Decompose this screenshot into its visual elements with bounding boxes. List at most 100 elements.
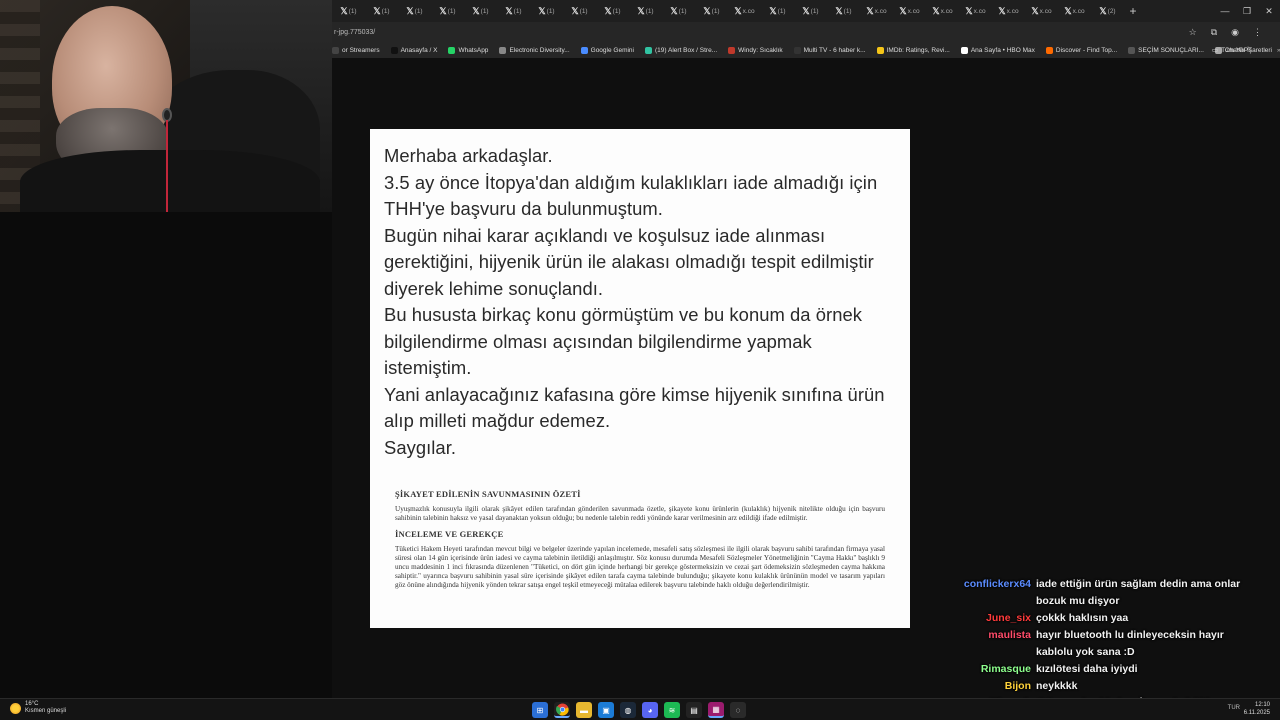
- browser-tab[interactable]: 𝕏 (1): [497, 0, 530, 22]
- message-line: Merhaba arkadaşlar.: [384, 145, 553, 166]
- bookmark-favicon-icon: [960, 46, 968, 54]
- bookmark-label: WhatsApp: [458, 46, 489, 54]
- tab-label: (1): [447, 7, 456, 15]
- bookmark-label: or Streamers: [342, 46, 380, 54]
- taskbar-apps: ⊞ ▬ ▣ ◍ ◕ ≋ ▤ ▦ ◌: [532, 702, 746, 718]
- browser-tab[interactable]: 𝕏 (1): [629, 0, 662, 22]
- tab-label: x.co: [1006, 7, 1019, 15]
- folder-icon: ▭: [1211, 47, 1219, 54]
- browser-tab[interactable]: 𝕏 (1): [563, 0, 596, 22]
- bookmark-item[interactable]: Ana Sayfa • HBO Max: [960, 46, 1035, 54]
- stream-chat: conflickerx64 iade ettiğin ürün sağlam de…: [940, 576, 1280, 712]
- browser-tab[interactable]: 𝕏 (1): [794, 0, 827, 22]
- store-icon[interactable]: ▣: [598, 702, 614, 718]
- bookmark-item[interactable]: WhatsApp: [448, 46, 489, 54]
- maximize-icon[interactable]: ❐: [1236, 0, 1258, 22]
- browser-tab[interactable]: 𝕏x.co: [926, 0, 959, 22]
- chrome-icon[interactable]: [554, 702, 570, 718]
- bookmark-favicon-icon: [1128, 46, 1136, 54]
- x-icon: 𝕏: [571, 5, 579, 16]
- x-icon: 𝕏: [932, 5, 940, 16]
- bookmark-star-icon[interactable]: ☆: [1189, 27, 1197, 38]
- language-indicator[interactable]: TUR: [1228, 705, 1240, 711]
- x-icon: 𝕏: [802, 5, 810, 16]
- browser-tab[interactable]: 𝕏 (1): [827, 0, 860, 22]
- viewed-image: Merhaba arkadaşlar. 3.5 ay önce İtopya'da…: [370, 129, 910, 628]
- x-icon: 𝕏: [866, 5, 874, 16]
- extensions-icon[interactable]: ⧉: [1211, 27, 1217, 38]
- bookmark-item[interactable]: Google Gemini: [580, 46, 634, 54]
- epic-games-icon[interactable]: ▤: [686, 702, 702, 718]
- x-icon: 𝕏: [835, 5, 843, 16]
- bookmark-item[interactable]: Windy: Sıcaklık: [728, 46, 783, 54]
- profile-icon[interactable]: ◉: [1231, 27, 1239, 38]
- browser-tab[interactable]: 𝕏 (1): [464, 0, 497, 22]
- menu-icon[interactable]: ⋮: [1253, 27, 1262, 38]
- minimize-icon[interactable]: —: [1214, 0, 1236, 22]
- system-clock[interactable]: 12:10 6.11.2025: [1244, 701, 1270, 717]
- browser-tab[interactable]: 𝕏x.co: [959, 0, 992, 22]
- bookmark-favicon-icon: [448, 46, 456, 54]
- tab-label: x.co: [1039, 7, 1052, 15]
- bookmark-item[interactable]: IMDb: Ratings, Revi...: [876, 46, 950, 54]
- new-tab-button[interactable]: +: [1124, 4, 1142, 18]
- browser-tab[interactable]: 𝕏 (1): [365, 0, 398, 22]
- chat-text: çokkk haklısın yaa: [1036, 612, 1129, 624]
- chat-username[interactable]: maulista: [940, 627, 1036, 661]
- discord-icon[interactable]: ◕: [642, 702, 658, 718]
- x-icon: 𝕏: [899, 5, 907, 16]
- document-paragraph-review: Tüketici Hakem Heyeti tarafından mevcut …: [395, 545, 885, 589]
- file-explorer-icon[interactable]: ▬: [576, 702, 592, 718]
- streamer-hoodie: [20, 150, 320, 212]
- message-line: Yani anlayacağınız kafasına göre kimse h…: [384, 383, 885, 432]
- bookmark-item[interactable]: Multi TV - 6 haber k...: [793, 46, 866, 54]
- x-icon: 𝕏: [538, 5, 546, 16]
- bookmark-item[interactable]: Anasayfa / X: [390, 46, 437, 54]
- tab-label: x.co: [907, 7, 920, 15]
- steam-icon[interactable]: ◍: [620, 702, 636, 718]
- chat-username[interactable]: Rimasque: [940, 661, 1036, 678]
- browser-tab[interactable]: 𝕏 (1): [662, 0, 695, 22]
- bookmark-item[interactable]: Electronic Diversity...: [499, 46, 570, 54]
- browser-tab[interactable]: 𝕏x.co: [1058, 0, 1091, 22]
- browser-tab[interactable]: 𝕏 (1): [332, 0, 365, 22]
- all-bookmarks-label: Tüm Yer İşaretleri: [1221, 46, 1272, 54]
- browser-tab[interactable]: 𝕏x.co: [728, 0, 761, 22]
- weather-widget[interactable]: 16°C Kısmen güneşli: [10, 701, 66, 715]
- tab-label: (1): [711, 7, 720, 15]
- bookmarks-bar: or Streamers Anasayfa / X WhatsApp Electron…: [332, 42, 1280, 58]
- bookmark-item[interactable]: (19) Alert Box / Stre...: [645, 46, 717, 54]
- browser-tab[interactable]: 𝕏 (2): [1091, 0, 1124, 22]
- bookmark-item[interactable]: or Streamers: [332, 46, 380, 54]
- browser-tab[interactable]: 𝕏x.co: [1025, 0, 1058, 22]
- browser-tab[interactable]: 𝕏 (1): [596, 0, 629, 22]
- all-bookmarks-button[interactable]: ▭ Tüm Yer İşaretleri: [1212, 42, 1272, 58]
- bookmark-favicon-icon: [793, 46, 801, 54]
- close-icon[interactable]: ✕: [1258, 0, 1280, 22]
- bookmark-label: IMDb: Ratings, Revi...: [886, 46, 950, 54]
- message-line: 3.5 ay önce İtopya'dan aldığım kulaklıkl…: [384, 171, 878, 220]
- browser-tab[interactable]: 𝕏x.co: [992, 0, 1025, 22]
- start-icon[interactable]: ⊞: [532, 702, 548, 718]
- tab-label: (1): [645, 7, 654, 15]
- browser-tab[interactable]: 𝕏x.co: [860, 0, 893, 22]
- browser-tab[interactable]: 𝕏 (1): [530, 0, 563, 22]
- chat-username[interactable]: Bijon: [940, 678, 1036, 695]
- browser-tab[interactable]: 𝕏 (1): [695, 0, 728, 22]
- tab-label: (1): [678, 7, 687, 15]
- chat-username[interactable]: conflickerx64: [940, 576, 1036, 610]
- tab-label: (1): [381, 7, 390, 15]
- obs-next-icon[interactable]: ▦: [708, 702, 724, 718]
- browser-tab[interactable]: 𝕏 (1): [761, 0, 794, 22]
- bookmark-item[interactable]: Discover - Find Top...: [1045, 46, 1117, 54]
- browser-tab[interactable]: 𝕏x.co: [893, 0, 926, 22]
- chat-username[interactable]: June_six: [940, 610, 1036, 627]
- url-field[interactable]: r-jpg.775033/: [332, 29, 1189, 36]
- browser-tab[interactable]: 𝕏 (1): [398, 0, 431, 22]
- app-icon[interactable]: ◌: [730, 702, 746, 718]
- bookmark-item[interactable]: SEÇİM SONUÇLARI...: [1128, 46, 1204, 54]
- x-icon: 𝕏: [472, 5, 480, 16]
- browser-tab[interactable]: 𝕏 (1): [431, 0, 464, 22]
- spotify-icon[interactable]: ≋: [664, 702, 680, 718]
- x-icon: 𝕏: [505, 5, 513, 16]
